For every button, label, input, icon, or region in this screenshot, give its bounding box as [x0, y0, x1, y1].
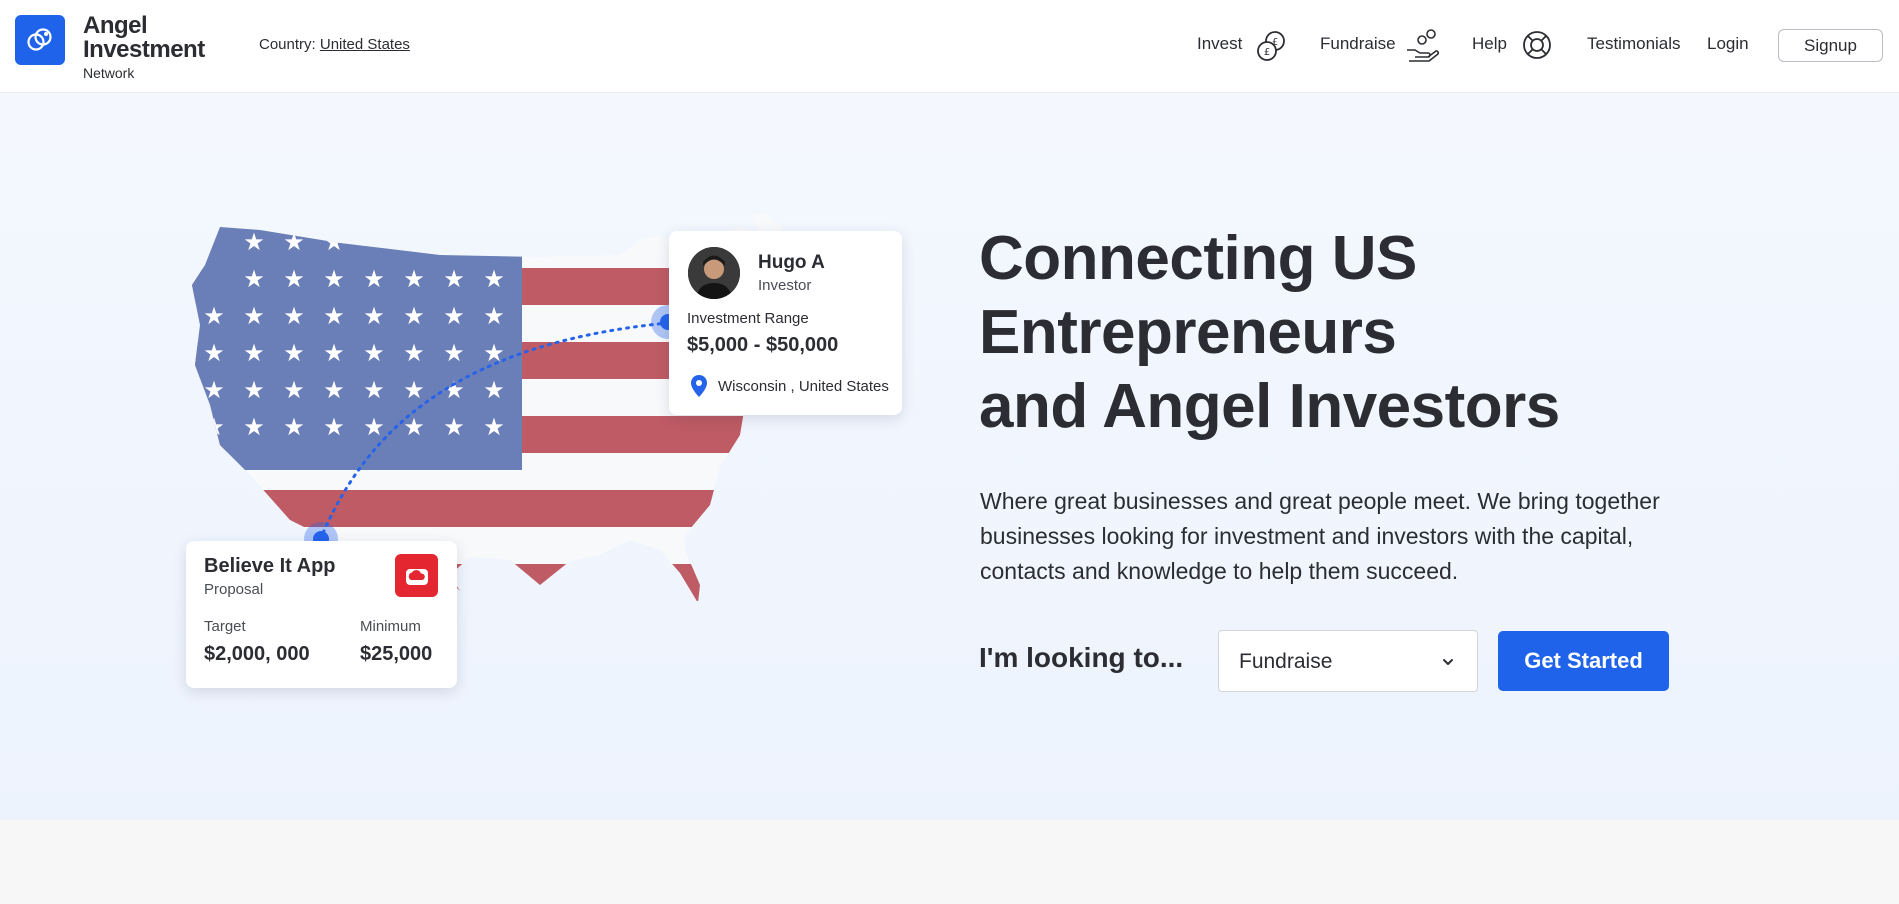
- svg-text:★: ★: [483, 265, 505, 293]
- svg-text:★: ★: [323, 413, 345, 441]
- svg-text:★: ★: [483, 339, 505, 367]
- minimum-label: Minimum: [360, 618, 421, 635]
- hero-title-line-1: Connecting US: [979, 224, 1417, 293]
- svg-text:★: ★: [243, 413, 265, 441]
- investor-role: Investor: [758, 277, 812, 294]
- brand-wordmark[interactable]: Angel Investment Network: [83, 12, 205, 81]
- get-started-button[interactable]: Get Started: [1498, 631, 1669, 691]
- svg-text:★: ★: [283, 265, 305, 293]
- svg-text:★: ★: [283, 339, 305, 367]
- investment-range-label: Investment Range: [687, 310, 809, 327]
- svg-text:★: ★: [483, 413, 505, 441]
- looking-to-label: I'm looking to...: [979, 642, 1184, 673]
- hero-title: Connecting US Entrepreneurs and Angel In…: [979, 222, 1699, 444]
- svg-text:★: ★: [203, 413, 225, 441]
- lifebuoy-icon[interactable]: [1520, 28, 1554, 62]
- svg-text:★: ★: [403, 265, 425, 293]
- nav-fundraise[interactable]: Fundraise: [1320, 34, 1396, 54]
- investor-location: Wisconsin , United States: [718, 378, 889, 395]
- svg-text:★: ★: [483, 302, 505, 330]
- hero-description-line-3: contacts and knowledge to help them succ…: [980, 558, 1459, 584]
- svg-text:★: ★: [283, 228, 305, 256]
- chevron-down-icon: [1443, 659, 1453, 665]
- svg-text:★: ★: [483, 376, 505, 404]
- svg-text:★: ★: [243, 265, 265, 293]
- svg-text:★: ★: [443, 339, 465, 367]
- svg-text:★: ★: [403, 339, 425, 367]
- intent-select-value: Fundraise: [1239, 650, 1333, 673]
- svg-text:★: ★: [203, 302, 225, 330]
- app-icon: [395, 554, 438, 597]
- svg-text:★: ★: [443, 413, 465, 441]
- svg-text:★: ★: [323, 265, 345, 293]
- nav-invest[interactable]: Invest: [1197, 34, 1242, 54]
- site-header: Angel Investment Network Country: United…: [0, 0, 1899, 93]
- svg-text:★: ★: [243, 228, 265, 256]
- brand-line-1: Angel: [83, 12, 148, 39]
- svg-text:★: ★: [283, 413, 305, 441]
- svg-text:★: ★: [363, 376, 385, 404]
- investor-name: Hugo A: [758, 252, 825, 273]
- country-selector[interactable]: Country: United States: [259, 36, 410, 53]
- svg-text:★: ★: [243, 339, 265, 367]
- country-label: Country:: [259, 36, 316, 53]
- svg-text:★: ★: [283, 376, 305, 404]
- hero-title-line-3: and Angel Investors: [979, 372, 1560, 441]
- brand-line-2: Investment: [83, 36, 205, 63]
- hero-title-line-2: Entrepreneurs: [979, 298, 1397, 367]
- svg-text:★: ★: [363, 265, 385, 293]
- svg-text:★: ★: [403, 376, 425, 404]
- coins-icon[interactable]: £ £: [1253, 28, 1289, 64]
- location-pin-icon: [691, 375, 707, 397]
- svg-text:★: ★: [403, 302, 425, 330]
- hero-description-line-1: Where great businesses and great people …: [980, 488, 1660, 514]
- country-link[interactable]: United States: [320, 36, 410, 53]
- nav-help[interactable]: Help: [1472, 34, 1507, 54]
- svg-text:★: ★: [283, 302, 305, 330]
- svg-text:★: ★: [443, 302, 465, 330]
- svg-text:★: ★: [443, 265, 465, 293]
- svg-text:★: ★: [363, 413, 385, 441]
- svg-text:★: ★: [363, 339, 385, 367]
- investor-card[interactable]: Hugo A Investor Investment Range $5,000 …: [669, 231, 902, 415]
- cloud-app-icon: [405, 568, 428, 585]
- nav-testimonials[interactable]: Testimonials: [1587, 34, 1681, 54]
- proposal-title: Believe It App: [204, 555, 336, 577]
- minimum-value: $25,000: [360, 643, 433, 665]
- investment-range-value: $5,000 - $50,000: [687, 334, 839, 356]
- intent-select[interactable]: Fundraise: [1218, 630, 1478, 692]
- svg-text:★: ★: [243, 376, 265, 404]
- svg-text:★: ★: [243, 302, 265, 330]
- svg-text:★: ★: [323, 339, 345, 367]
- hero-description: Where great businesses and great people …: [980, 484, 1700, 589]
- svg-text:★: ★: [323, 376, 345, 404]
- next-section: [0, 820, 1899, 904]
- target-value: $2,000, 000: [204, 643, 310, 665]
- svg-text:★: ★: [203, 339, 225, 367]
- hero-description-line-2: businesses looking for investment and in…: [980, 523, 1634, 549]
- svg-text:★: ★: [323, 228, 345, 256]
- target-label: Target: [204, 618, 246, 635]
- svg-text:★: ★: [363, 302, 385, 330]
- proposal-subtitle: Proposal: [204, 581, 264, 598]
- svg-text:£: £: [1272, 37, 1278, 48]
- brand-logo-icon[interactable]: [15, 15, 65, 65]
- svg-text:★: ★: [323, 302, 345, 330]
- svg-text:★: ★: [203, 376, 225, 404]
- signup-button[interactable]: Signup: [1778, 29, 1883, 62]
- svg-text:£: £: [1264, 47, 1270, 58]
- avatar: [688, 247, 740, 299]
- investor-avatar-icon: [688, 247, 740, 299]
- nav-login[interactable]: Login: [1707, 34, 1749, 54]
- brand-line-3: Network: [83, 65, 135, 81]
- proposal-card[interactable]: Believe It App Proposal Target Minimum $…: [186, 541, 457, 688]
- hand-coins-icon[interactable]: [1404, 28, 1440, 64]
- infinity-logo-icon: [27, 28, 52, 51]
